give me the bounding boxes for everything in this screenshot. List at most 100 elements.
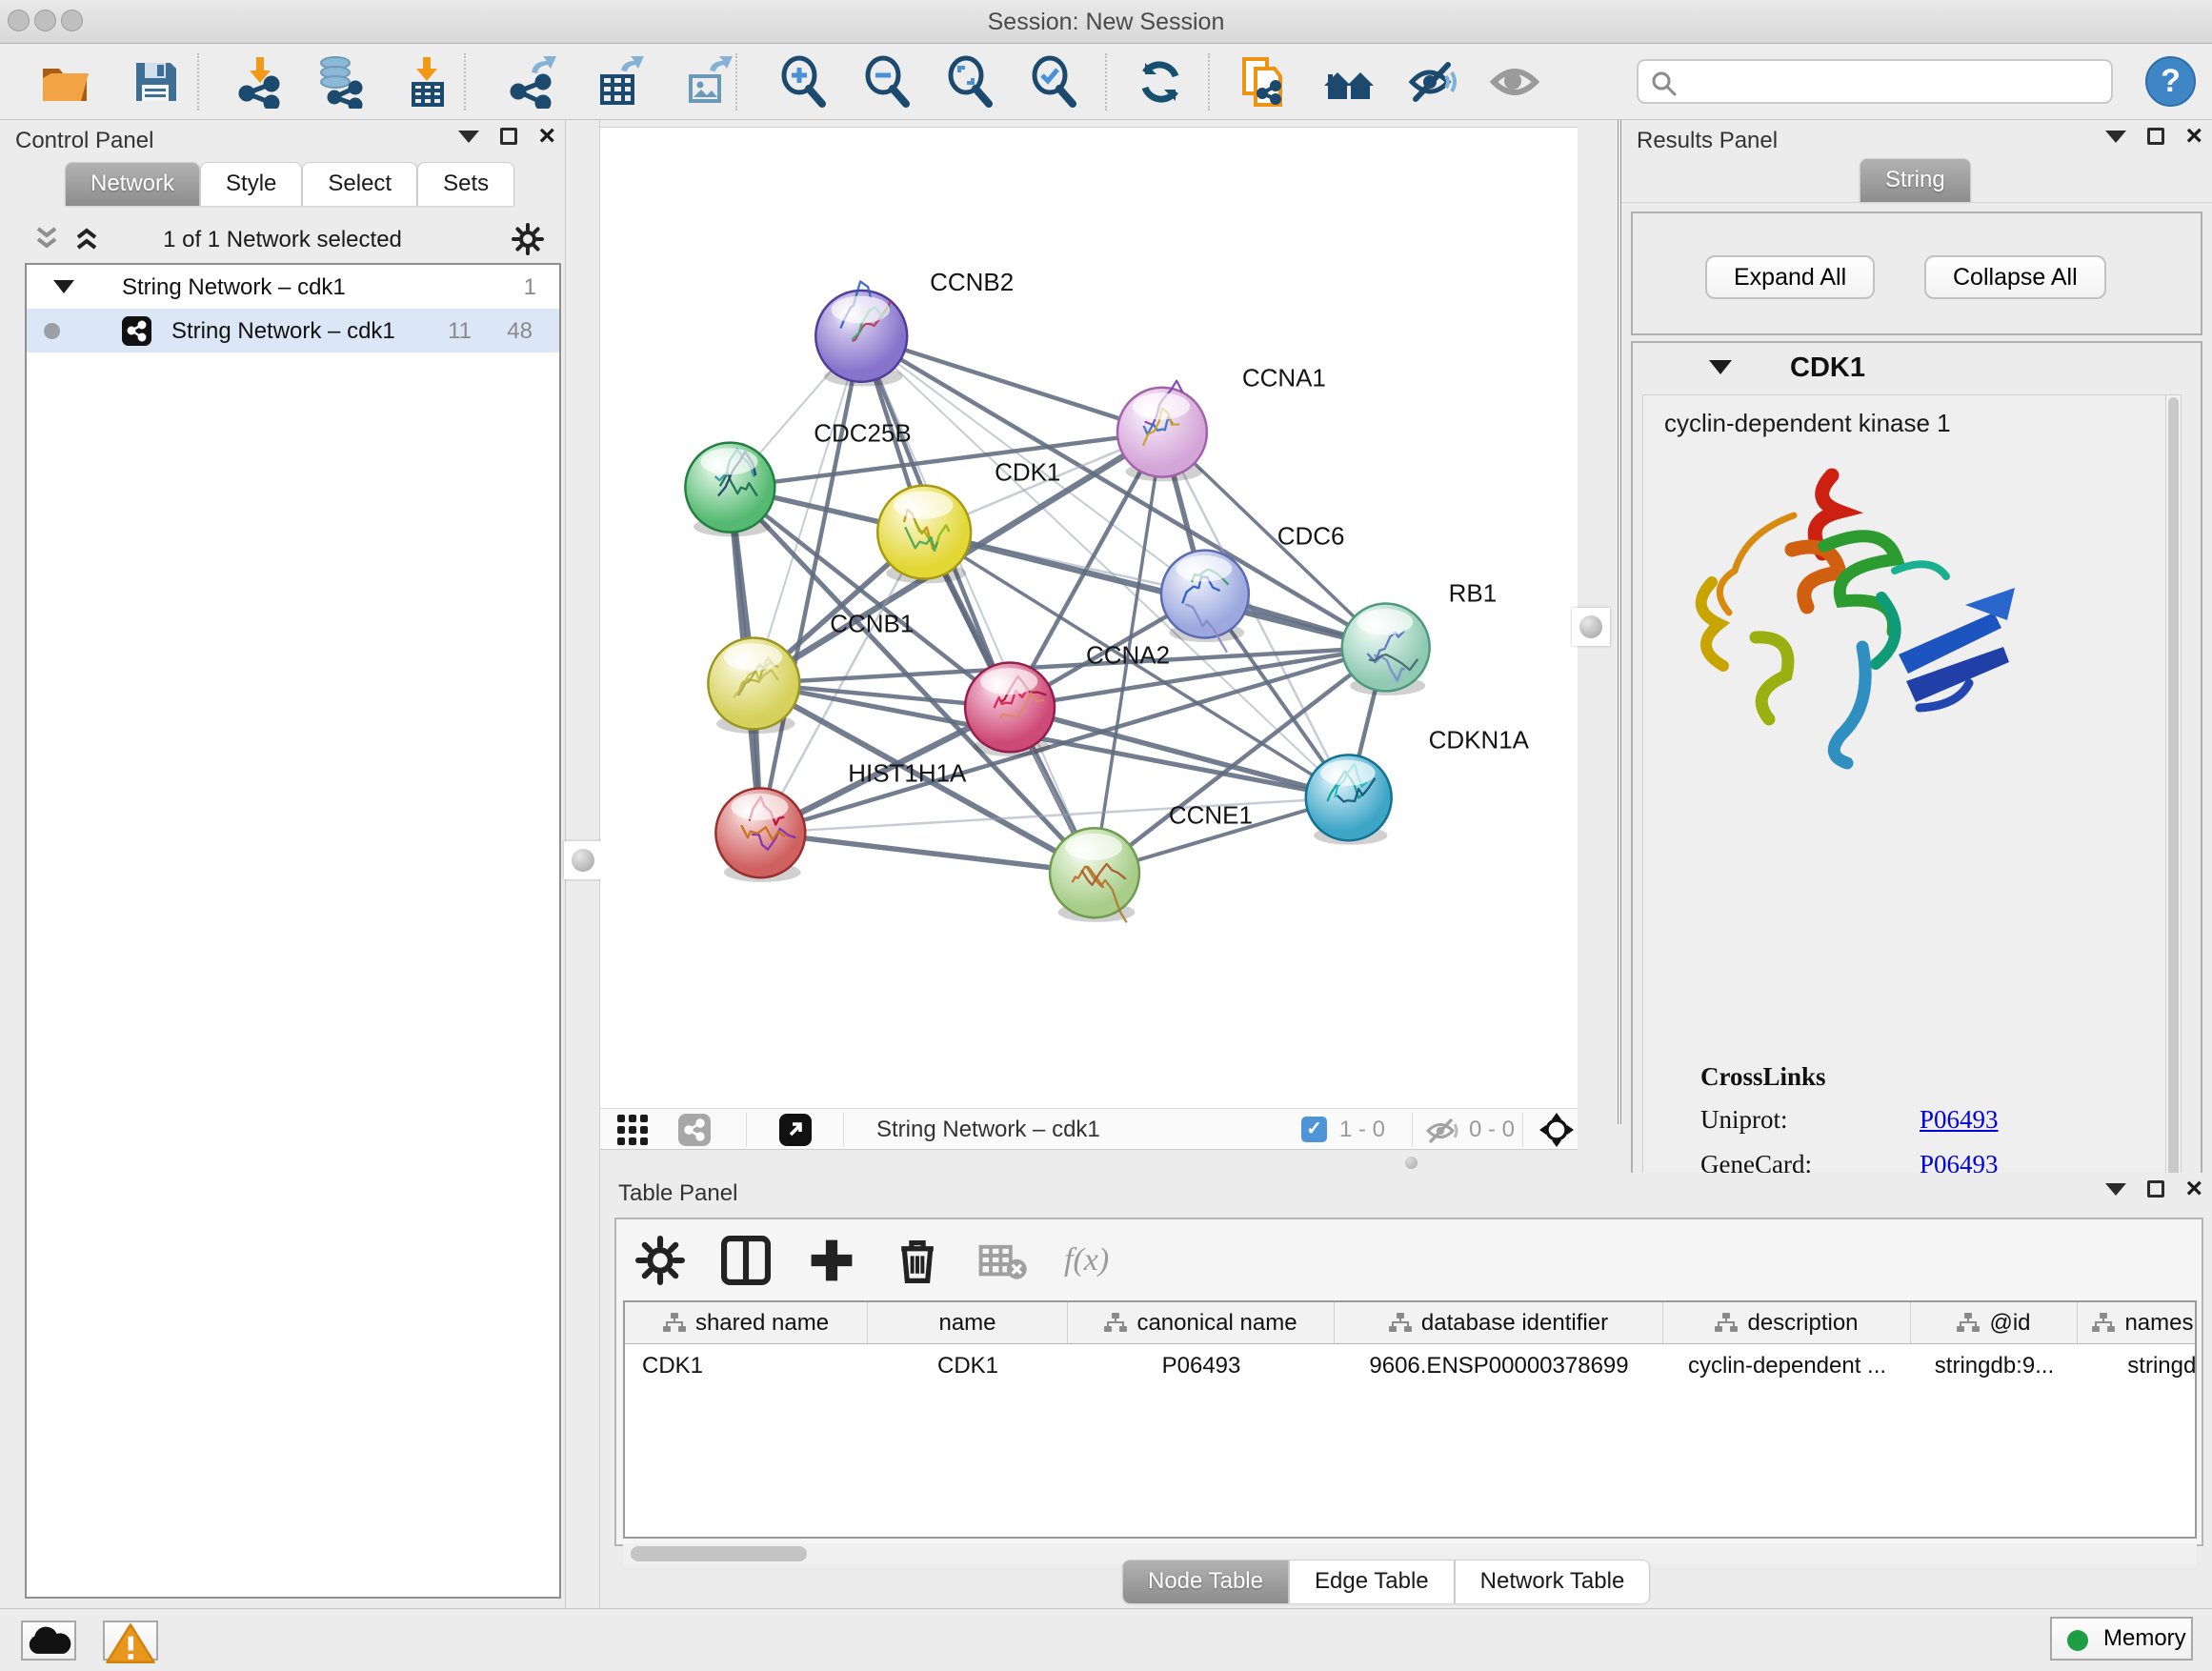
zoom-in-button[interactable] <box>776 55 830 109</box>
panel-float-icon[interactable] <box>2147 1180 2164 1198</box>
export-table-button[interactable] <box>593 55 646 109</box>
panel-float-icon[interactable] <box>2147 128 2164 145</box>
table-panel-title: Table Panel <box>618 1180 737 1207</box>
right-splitter[interactable] <box>1578 120 1621 1124</box>
panel-float-icon[interactable] <box>500 128 517 145</box>
hide-selected-button[interactable] <box>1406 55 1459 109</box>
import-table-button[interactable] <box>400 55 453 109</box>
help-button[interactable]: ? <box>2145 56 2196 107</box>
column-header--id[interactable]: @id <box>1911 1302 2078 1343</box>
column-header-shared-name[interactable]: shared name <box>625 1302 868 1343</box>
toolbar-separator <box>1105 53 1107 111</box>
network-from-selection-button[interactable] <box>1237 55 1290 109</box>
import-network-file-button[interactable] <box>233 55 287 109</box>
crosslink-link[interactable]: P06493 <box>1920 1105 1999 1134</box>
network-canvas[interactable]: CCNB2CCNA1CDC25BCDK1CDC6RB1CCNB1CCNA2CDK… <box>600 127 1578 1108</box>
right-splitter-handle[interactable] <box>1572 608 1610 646</box>
toggle-graphics-details-button[interactable] <box>1322 55 1376 109</box>
refresh-button[interactable] <box>1134 55 1187 109</box>
network-node-ccna1[interactable]: CCNA1 <box>1117 364 1326 482</box>
table-cell[interactable]: stringdb <box>2078 1344 2197 1388</box>
expand-all-button[interactable]: Expand All <box>1705 255 1875 299</box>
column-header-namespace[interactable]: namespace <box>2078 1302 2197 1343</box>
open-session-button[interactable] <box>38 55 91 109</box>
column-header-description[interactable]: description <box>1663 1302 1911 1343</box>
table-panel-header: Table Panel × <box>607 1173 2212 1211</box>
network-node-ccne1[interactable]: CCNE1 <box>1050 800 1253 922</box>
warning-button[interactable] <box>103 1621 158 1661</box>
column-header-canonical-name[interactable]: canonical name <box>1068 1302 1335 1343</box>
function-builder-button[interactable]: f(x) <box>1064 1242 1109 1278</box>
hidden-eye-icon[interactable] <box>1425 1118 1459 1143</box>
panel-close-icon[interactable]: × <box>2185 128 2202 145</box>
tree-expand-icon[interactable] <box>53 280 74 293</box>
left-splitter-handle[interactable] <box>564 841 602 879</box>
tab-node-table[interactable]: Node Table <box>1122 1560 1289 1603</box>
show-columns-button[interactable] <box>721 1236 771 1285</box>
show-all-button[interactable] <box>1488 55 1541 109</box>
cytoscape-window: { "window": { "title": "Session: New Ses… <box>0 0 2212 1671</box>
entry-collapse-icon[interactable] <box>1709 360 1732 374</box>
gear-icon[interactable] <box>512 223 544 255</box>
results-tab-string[interactable]: String <box>1860 158 1971 202</box>
tab-style[interactable]: Style <box>200 162 302 206</box>
table-cell[interactable]: CDK1 <box>868 1344 1068 1388</box>
birdseye-crosshair-icon[interactable] <box>1538 1112 1575 1148</box>
panel-close-icon[interactable]: × <box>538 128 555 145</box>
window-minimize-button[interactable] <box>34 10 56 31</box>
tab-sets[interactable]: Sets <box>417 162 514 206</box>
network-row-selected[interactable]: String Network – cdk1 11 48 <box>27 309 559 352</box>
memory-status-dot <box>2067 1630 2088 1651</box>
left-splitter[interactable] <box>567 120 600 1608</box>
import-network-database-button[interactable] <box>312 55 366 109</box>
grid-view-icon[interactable] <box>617 1115 650 1145</box>
panel-close-icon[interactable]: × <box>2185 1180 2202 1198</box>
network-edge[interactable] <box>861 336 1162 433</box>
network-collection-row[interactable]: String Network – cdk1 1 <box>27 265 559 309</box>
save-session-button[interactable] <box>129 55 182 109</box>
delete-table-button[interactable] <box>978 1236 1028 1285</box>
window-zoom-button[interactable] <box>61 10 83 31</box>
table-cell[interactable]: 9606.ENSP00000378699 <box>1335 1344 1663 1388</box>
network-edge[interactable] <box>754 647 1385 683</box>
search-input[interactable] <box>1688 61 2107 102</box>
network-node-rb1[interactable]: RB1 <box>1342 579 1497 696</box>
column-header-database-identifier[interactable]: database identifier <box>1335 1302 1663 1343</box>
results-scrollbar[interactable] <box>2165 395 2181 1209</box>
table-cell[interactable]: P06493 <box>1068 1344 1335 1388</box>
table-cell[interactable]: cyclin-dependent ... <box>1663 1344 1911 1388</box>
tab-network[interactable]: Network <box>65 162 200 206</box>
entry-header[interactable]: CDK1 <box>1633 343 2201 393</box>
window-close-button[interactable] <box>8 10 30 31</box>
zoom-out-button[interactable] <box>860 55 914 109</box>
collapse-all-button[interactable]: Collapse All <box>1924 255 2106 299</box>
tab-edge-table[interactable]: Edge Table <box>1289 1560 1455 1603</box>
add-column-button[interactable] <box>807 1236 856 1285</box>
tab-select[interactable]: Select <box>302 162 417 206</box>
import-network-icon <box>233 55 287 109</box>
network-node-cdkn1a[interactable]: CDKN1A <box>1306 725 1530 844</box>
detach-view-icon[interactable] <box>779 1114 812 1146</box>
table-row[interactable]: CDK1CDK1P064939606.ENSP00000378699cyclin… <box>625 1344 2195 1388</box>
network-edge[interactable] <box>1010 707 1349 797</box>
export-image-button[interactable] <box>681 55 734 109</box>
column-label: canonical name <box>1136 1310 1297 1337</box>
selected-checkbox-icon[interactable]: ✓ <box>1301 1117 1327 1142</box>
delete-column-button[interactable] <box>893 1236 942 1285</box>
export-network-button[interactable] <box>505 55 558 109</box>
table-cell[interactable]: stringdb:9... <box>1911 1344 2078 1388</box>
tab-network-table[interactable]: Network Table <box>1455 1560 1651 1603</box>
panel-collapse-icon[interactable] <box>458 131 479 143</box>
panel-collapse-icon[interactable] <box>2105 1183 2126 1196</box>
table-settings-button[interactable] <box>635 1236 685 1285</box>
column-header-name[interactable]: name <box>868 1302 1068 1343</box>
network-edge[interactable] <box>760 833 1095 873</box>
memory-button[interactable]: Memory <box>2050 1617 2193 1661</box>
panel-collapse-icon[interactable] <box>2105 131 2126 143</box>
cloud-button[interactable] <box>21 1621 76 1661</box>
zoom-selected-button[interactable] <box>1027 55 1080 109</box>
network-edge[interactable] <box>760 336 861 833</box>
table-cell[interactable]: CDK1 <box>625 1344 868 1388</box>
zoom-fit-button[interactable] <box>943 55 996 109</box>
network-view-share-icon[interactable] <box>678 1114 711 1146</box>
